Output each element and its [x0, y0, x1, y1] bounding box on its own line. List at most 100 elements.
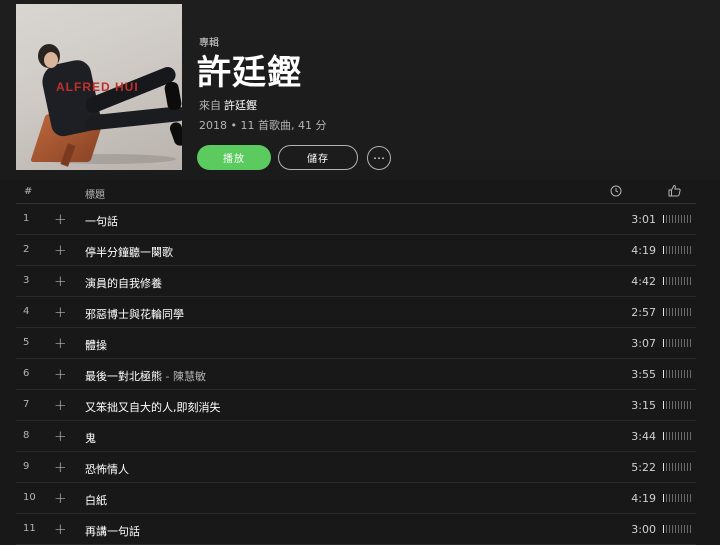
- save-button[interactable]: 儲存: [278, 145, 358, 170]
- add-icon[interactable]: +: [54, 272, 67, 290]
- popularity-tick: [687, 494, 688, 502]
- track-row[interactable]: 4 + 邪惡博士與花輪同學 2:57: [16, 297, 696, 328]
- popularity-tick: [672, 370, 673, 378]
- track-row[interactable]: 1 + 一句話 3:01: [16, 204, 696, 235]
- track-row[interactable]: 9 + 恐怖情人 5:22: [16, 452, 696, 483]
- popularity-tick: [669, 370, 670, 378]
- track-title[interactable]: 一句話: [85, 215, 118, 228]
- album-cover[interactable]: ALFRED HUI: [16, 4, 182, 170]
- track-row[interactable]: 5 + 體操 3:07: [16, 328, 696, 359]
- track-title[interactable]: 最後一對北極熊: [85, 370, 162, 383]
- featured-artist[interactable]: 陳慧敏: [173, 370, 206, 383]
- popularity-tick: [678, 494, 679, 502]
- add-icon[interactable]: +: [54, 210, 67, 228]
- track-title[interactable]: 邪惡博士與花輪同學: [85, 308, 184, 321]
- add-icon[interactable]: +: [54, 427, 67, 445]
- clock-icon[interactable]: [610, 185, 622, 197]
- popularity-tick: [690, 525, 691, 533]
- popularity-tick: [690, 308, 691, 316]
- track-title[interactable]: 又笨拙又自大的人,即刻消失: [85, 401, 221, 414]
- popularity-tick: [663, 463, 664, 471]
- track-duration: 4:19: [631, 244, 656, 257]
- track-duration: 5:22: [631, 461, 656, 474]
- add-icon[interactable]: +: [54, 365, 67, 383]
- popularity-tick: [666, 308, 667, 316]
- popularity-bar: [663, 370, 691, 378]
- track-number: 6: [23, 368, 30, 379]
- add-icon[interactable]: +: [54, 241, 67, 259]
- track-title-cell: 白紙: [85, 492, 107, 508]
- track-row[interactable]: 10 + 白紙 4:19: [16, 483, 696, 514]
- popularity-tick: [684, 308, 685, 316]
- popularity-tick: [669, 494, 670, 502]
- popularity-tick: [675, 432, 676, 440]
- popularity-tick: [675, 246, 676, 254]
- track-title[interactable]: 停半分鐘聽一闋歌: [85, 246, 173, 259]
- popularity-tick: [675, 308, 676, 316]
- popularity-bar: [663, 277, 691, 285]
- track-title-cell: 最後一對北極熊 - 陳慧敏: [85, 368, 206, 384]
- popularity-tick: [690, 339, 691, 347]
- track-title[interactable]: 再講一句話: [85, 525, 140, 538]
- album-meta: 2018 • 11 首歌曲, 41 分: [199, 119, 327, 132]
- track-row[interactable]: 3 + 演員的自我修養 4:42: [16, 266, 696, 297]
- track-duration: 3:44: [631, 430, 656, 443]
- popularity-tick: [672, 463, 673, 471]
- track-title[interactable]: 體操: [85, 339, 107, 352]
- popularity-tick: [666, 401, 667, 409]
- popularity-tick: [675, 370, 676, 378]
- add-icon[interactable]: +: [54, 303, 67, 321]
- popularity-tick: [684, 525, 685, 533]
- track-title-cell: 停半分鐘聽一闋歌: [85, 244, 173, 260]
- track-row[interactable]: 2 + 停半分鐘聽一闋歌 4:19: [16, 235, 696, 266]
- popularity-bar: [663, 401, 691, 409]
- popularity-tick: [681, 401, 682, 409]
- popularity-tick: [675, 277, 676, 285]
- popularity-tick: [666, 339, 667, 347]
- popularity-bar: [663, 525, 691, 533]
- more-options-button[interactable]: ⋯: [367, 146, 391, 170]
- column-title[interactable]: 標題: [85, 186, 105, 201]
- thumbs-up-icon[interactable]: [668, 184, 681, 197]
- popularity-tick: [681, 494, 682, 502]
- track-number: 4: [23, 306, 30, 317]
- album-by-line: 來自 許廷鏗: [199, 97, 257, 113]
- add-icon[interactable]: +: [54, 489, 67, 507]
- popularity-tick: [687, 463, 688, 471]
- popularity-tick: [684, 339, 685, 347]
- popularity-tick: [687, 215, 688, 223]
- track-title-cell: 邪惡博士與花輪同學: [85, 306, 184, 322]
- add-icon[interactable]: +: [54, 458, 67, 476]
- tracklist: 1 + 一句話 3:01 2 + 停半分鐘聽一闋歌 4:19 3 + 演員的自我…: [16, 204, 696, 545]
- track-duration: 2:57: [631, 306, 656, 319]
- track-duration: 3:55: [631, 368, 656, 381]
- track-duration: 3:00: [631, 523, 656, 536]
- popularity-tick: [675, 215, 676, 223]
- track-title[interactable]: 白紙: [85, 494, 107, 507]
- track-title-cell: 體操: [85, 337, 107, 353]
- popularity-tick: [663, 432, 664, 440]
- add-icon[interactable]: +: [54, 520, 67, 538]
- track-row[interactable]: 6 + 最後一對北極熊 - 陳慧敏 3:55: [16, 359, 696, 390]
- album-title: 許廷鏗: [197, 53, 302, 93]
- popularity-tick: [678, 277, 679, 285]
- track-row[interactable]: 11 + 再講一句話 3:00: [16, 514, 696, 545]
- track-row[interactable]: 8 + 鬼 3:44: [16, 421, 696, 452]
- popularity-tick: [663, 308, 664, 316]
- track-title[interactable]: 演員的自我修養: [85, 277, 162, 290]
- by-prefix: 來自: [199, 99, 221, 112]
- popularity-tick: [675, 494, 676, 502]
- popularity-tick: [684, 463, 685, 471]
- track-title[interactable]: 恐怖情人: [85, 463, 129, 476]
- popularity-tick: [663, 277, 664, 285]
- play-button[interactable]: 播放: [197, 145, 271, 170]
- add-icon[interactable]: +: [54, 396, 67, 414]
- artist-link[interactable]: 許廷鏗: [224, 99, 257, 112]
- track-title[interactable]: 鬼: [85, 432, 96, 445]
- track-row[interactable]: 7 + 又笨拙又自大的人,即刻消失 3:15: [16, 390, 696, 421]
- popularity-tick: [690, 432, 691, 440]
- add-icon[interactable]: +: [54, 334, 67, 352]
- popularity-tick: [669, 246, 670, 254]
- popularity-tick: [690, 494, 691, 502]
- popularity-tick: [675, 463, 676, 471]
